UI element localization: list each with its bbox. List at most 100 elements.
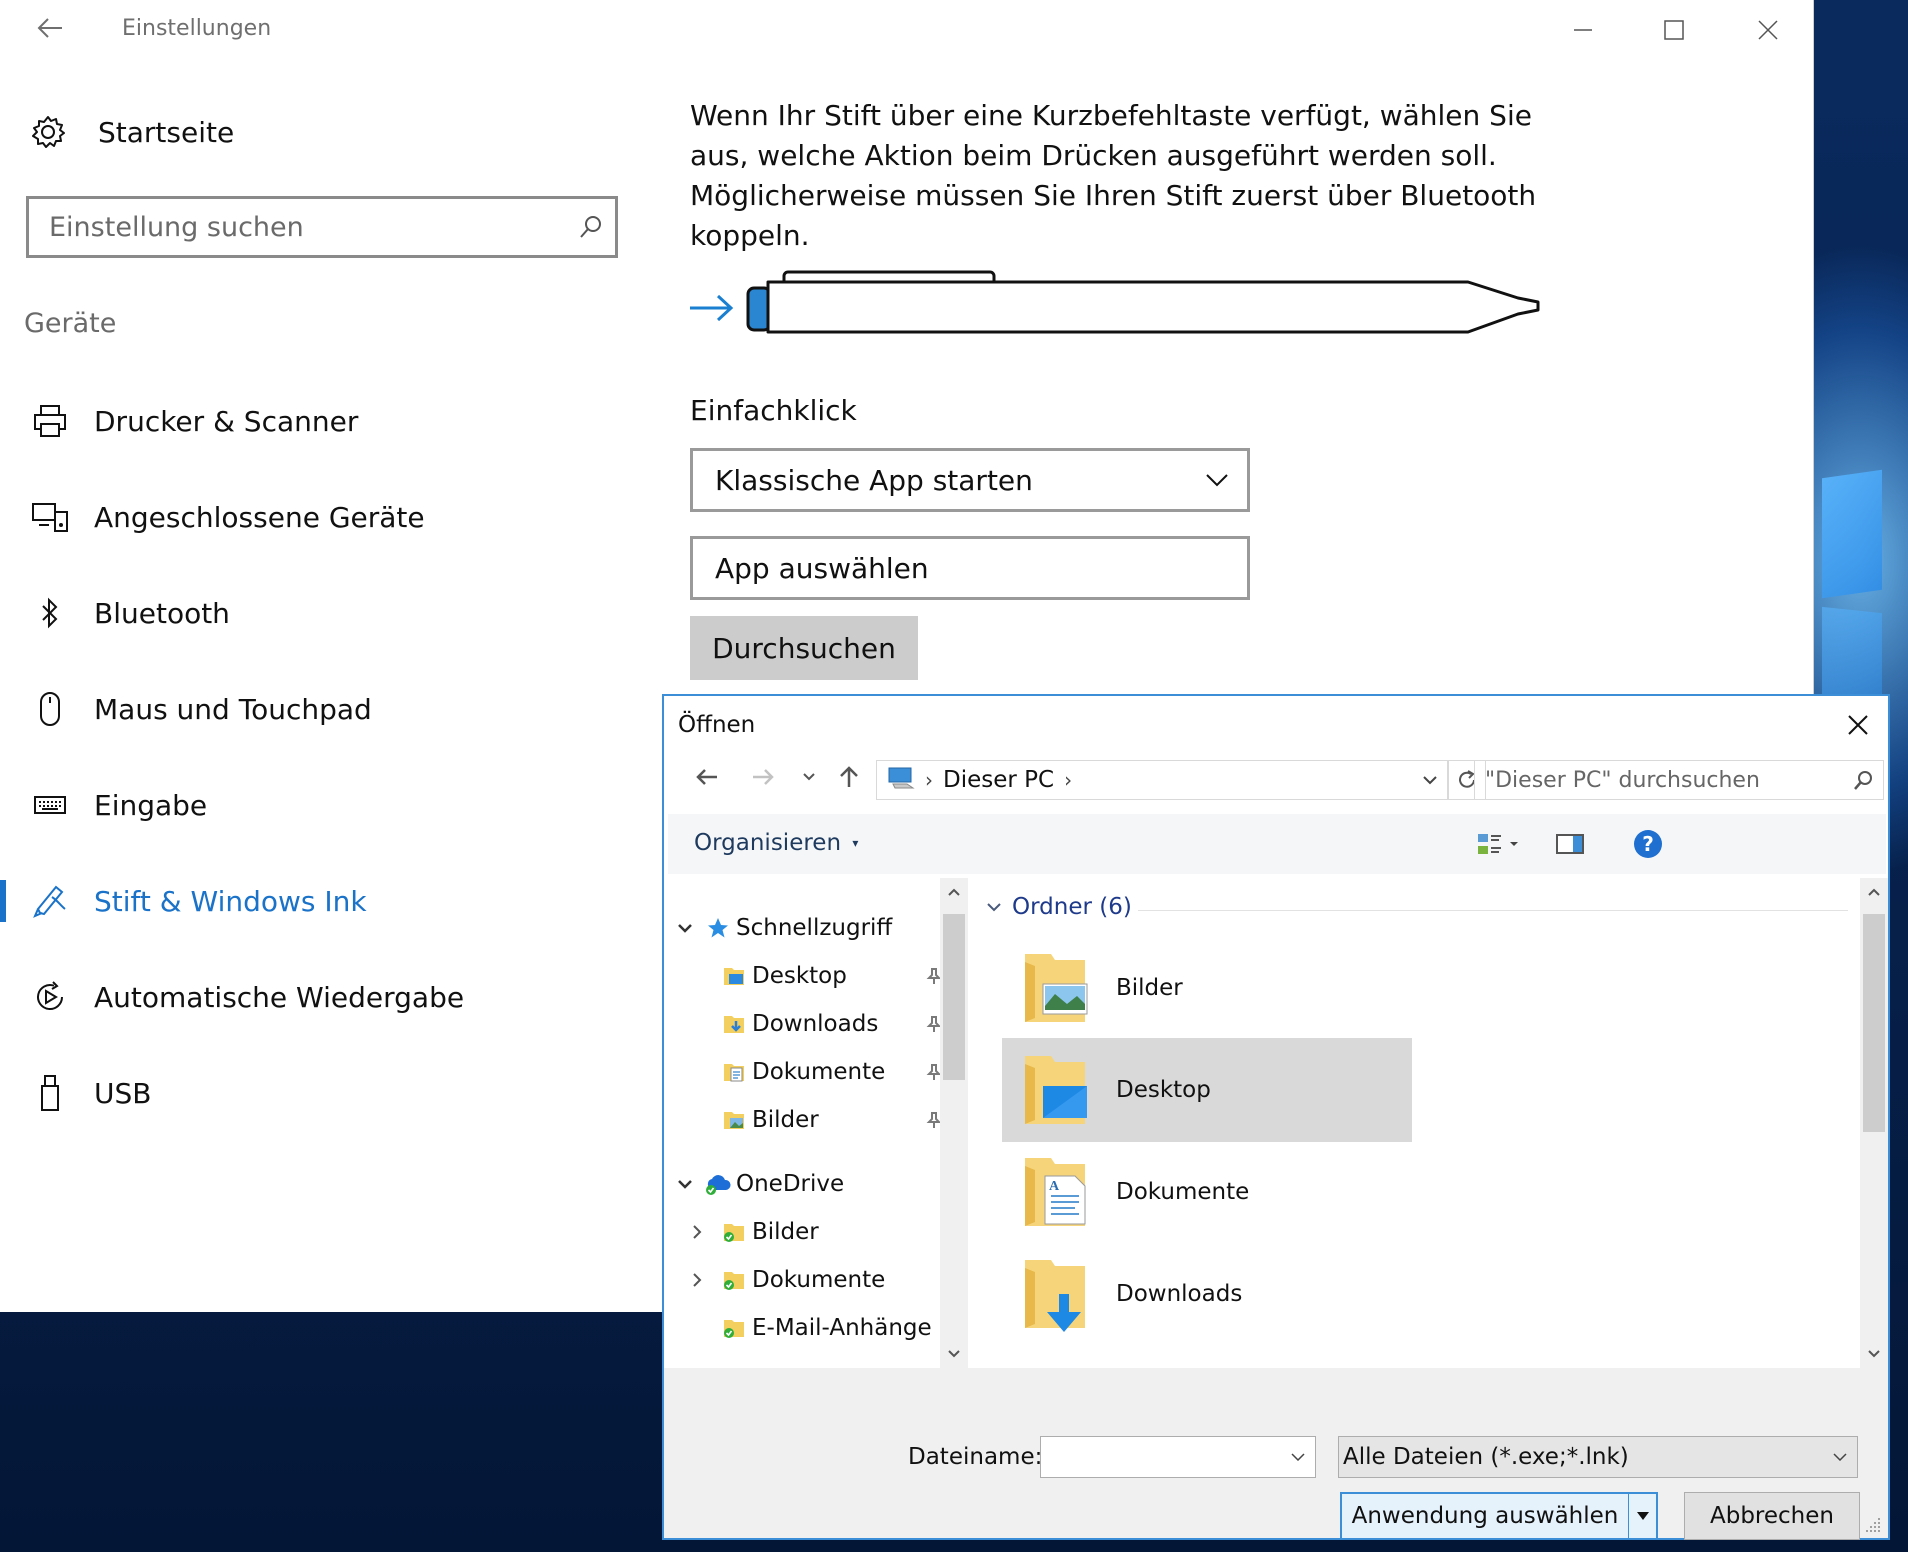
- tree-item-onedrive-pictures[interactable]: Bilder: [668, 1212, 819, 1252]
- dialog-search-box[interactable]: [1474, 760, 1884, 800]
- single-click-dropdown[interactable]: Klassische App starten: [690, 448, 1250, 512]
- maximize-icon: [1664, 20, 1684, 40]
- change-view-button[interactable]: [1468, 826, 1528, 862]
- tree-item-pictures[interactable]: Bilder: [720, 1100, 940, 1140]
- tree-item-label: E-Mail-Anhänge: [752, 1315, 932, 1341]
- app-select-field[interactable]: App auswählen: [690, 536, 1250, 600]
- sidebar-item-printers[interactable]: Drucker & Scanner: [0, 386, 640, 456]
- gear-icon: [32, 116, 65, 148]
- chevron-down-icon[interactable]: [674, 1179, 696, 1189]
- close-icon: [1758, 20, 1778, 40]
- filename-label: Dateiname:: [908, 1444, 1043, 1470]
- close-button[interactable]: [1738, 8, 1798, 52]
- nav-home[interactable]: Startseite: [30, 110, 590, 154]
- dialog-search-input[interactable]: [1475, 767, 1843, 793]
- app-select-value: App auswählen: [715, 551, 929, 585]
- back-button[interactable]: [690, 760, 724, 794]
- folder-name: Bilder: [1116, 975, 1183, 1001]
- recent-locations-button[interactable]: [792, 760, 826, 794]
- browse-button[interactable]: Durchsuchen: [690, 616, 918, 680]
- chevron-down-icon: [987, 903, 1001, 912]
- sidebar-item-bluetooth[interactable]: Bluetooth: [0, 578, 640, 648]
- pen-shortcut-description: Wenn Ihr Stift über eine Kurzbefehltaste…: [690, 99, 1537, 252]
- downloads-folder-icon: [720, 1013, 748, 1035]
- tree-scrollbar[interactable]: [940, 878, 968, 1368]
- resize-grip-icon[interactable]: [1864, 1516, 1882, 1534]
- tree-item-quick-access[interactable]: Schnellzugriff: [668, 908, 892, 948]
- search-icon[interactable]: [567, 207, 615, 247]
- settings-search-input[interactable]: [29, 211, 567, 243]
- scroll-up-icon[interactable]: [948, 888, 960, 896]
- organize-menu[interactable]: Organisieren ▾: [694, 830, 858, 856]
- svg-text:?: ?: [1642, 832, 1654, 856]
- open-file-dialog: Öffnen › Dieser PC › "Dieser PC" durchsu…: [662, 694, 1890, 1540]
- sidebar-item-connected-devices[interactable]: Angeschlossene Geräte: [0, 482, 640, 552]
- printer-icon: [22, 404, 78, 438]
- breadcrumb-separator[interactable]: ›: [1064, 768, 1072, 792]
- folder-item-pictures[interactable]: Bilder: [1002, 936, 1412, 1040]
- file-list-scrollbar[interactable]: [1860, 878, 1888, 1368]
- maximize-button[interactable]: [1644, 8, 1704, 52]
- chevron-right-icon[interactable]: [686, 1224, 708, 1240]
- back-button[interactable]: [28, 12, 72, 48]
- sidebar-item-usb[interactable]: USB: [0, 1058, 640, 1128]
- this-pc-icon: [887, 766, 915, 795]
- chevron-down-icon[interactable]: [674, 923, 696, 933]
- sidebar-item-pen[interactable]: Stift & Windows Ink: [0, 866, 640, 936]
- tree-item-label: Downloads: [752, 1011, 879, 1037]
- forward-button[interactable]: [746, 760, 780, 794]
- single-click-label: Einfachklick: [690, 394, 857, 427]
- folder-name: Desktop: [1116, 1077, 1211, 1103]
- section-heading: Geräte: [24, 308, 117, 339]
- sidebar-item-mouse[interactable]: Maus und Touchpad: [0, 674, 640, 744]
- select-app-button[interactable]: Anwendung auswählen: [1340, 1492, 1658, 1540]
- tree-item-email-attachments[interactable]: E-Mail-Anhänge: [720, 1308, 932, 1348]
- address-bar[interactable]: › Dieser PC ›: [876, 760, 1448, 800]
- address-dropdown-button[interactable]: [1413, 761, 1447, 799]
- sidebar-item-typing[interactable]: Eingabe: [0, 770, 640, 840]
- desktop-folder-icon: [720, 965, 748, 987]
- tree-item-documents[interactable]: Dokumente: [720, 1052, 940, 1092]
- filename-field[interactable]: [1040, 1436, 1316, 1478]
- cancel-button[interactable]: Abbrechen: [1684, 1492, 1860, 1540]
- tree-item-onedrive[interactable]: OneDrive: [668, 1164, 844, 1204]
- close-icon: [1848, 715, 1868, 735]
- scroll-down-icon[interactable]: [948, 1350, 960, 1358]
- documents-folder-icon: A: [1020, 1152, 1090, 1232]
- split-dropdown-button[interactable]: [1628, 1494, 1656, 1538]
- scroll-down-icon[interactable]: [1868, 1350, 1880, 1358]
- window-title: Einstellungen: [122, 16, 272, 41]
- scrollbar-thumb[interactable]: [1863, 914, 1885, 1132]
- minimize-button[interactable]: [1552, 8, 1612, 52]
- breadcrumb-this-pc[interactable]: Dieser PC: [943, 767, 1054, 793]
- folder-item-downloads[interactable]: Downloads: [1002, 1242, 1412, 1346]
- preview-pane-button[interactable]: [1546, 826, 1594, 862]
- synced-folder-icon: [720, 1317, 748, 1339]
- tree-item-onedrive-documents[interactable]: Dokumente: [668, 1260, 885, 1300]
- filename-dropdown-button[interactable]: [1281, 1437, 1315, 1477]
- forward-arrow-icon: [753, 769, 774, 785]
- breadcrumb-separator: ›: [925, 768, 933, 792]
- tree-item-desktop[interactable]: Desktop: [720, 956, 940, 996]
- autoplay-icon: [22, 979, 78, 1015]
- folder-item-desktop[interactable]: Desktop: [1002, 1038, 1412, 1142]
- group-divider: [1138, 910, 1848, 911]
- tree-item-downloads[interactable]: Downloads: [720, 1004, 940, 1044]
- filetype-select[interactable]: Alle Dateien (*.exe;*.lnk): [1338, 1436, 1858, 1478]
- up-button[interactable]: [832, 760, 866, 794]
- chevron-right-icon[interactable]: [686, 1272, 708, 1288]
- folders-group-header[interactable]: Ordner (6): [986, 894, 1132, 920]
- title-bar: Einstellungen: [0, 0, 1814, 60]
- search-icon[interactable]: [1843, 769, 1883, 791]
- scroll-up-icon[interactable]: [1868, 888, 1880, 896]
- help-button[interactable]: ?: [1624, 826, 1672, 862]
- synced-folder-icon: [720, 1269, 748, 1291]
- chevron-down-icon: [1187, 473, 1247, 487]
- tree-item-label: Dokumente: [752, 1059, 886, 1085]
- scrollbar-thumb[interactable]: [943, 914, 965, 1080]
- sidebar-item-autoplay[interactable]: Automatische Wiedergabe: [0, 962, 640, 1032]
- folder-item-documents[interactable]: A Dokumente: [1002, 1140, 1412, 1244]
- settings-search-box[interactable]: [26, 196, 618, 258]
- desktop-folder-icon: [1020, 1050, 1090, 1130]
- dialog-close-button[interactable]: [1836, 706, 1880, 744]
